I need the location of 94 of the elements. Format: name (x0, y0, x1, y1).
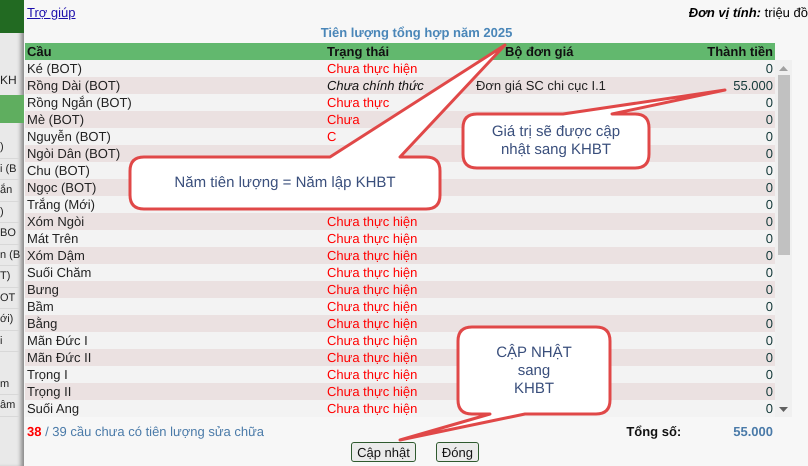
bridge-cell-text: Trọng II (26, 383, 72, 400)
list-item-text: ắn (0, 180, 19, 202)
amount-cell-text: 0 (764, 298, 774, 315)
amount-cell-text: 0 (764, 213, 774, 230)
status-cell-text: Chưa thực hiện (326, 332, 418, 349)
bridge-cell-text: Rồng Ngắn (BOT) (26, 94, 132, 111)
column-header: Cầu (26, 43, 52, 60)
amount-cell-text: 0 (764, 332, 774, 349)
bridge-cell-text: Xóm Dậm (26, 247, 85, 264)
bridge-cell-text: Xóm Ngòi (26, 213, 84, 230)
status-cell-text: Chưa thực hiện (326, 264, 418, 281)
status-cell-text: C (326, 128, 336, 145)
status-cell-text: Chưa thực hiện (326, 315, 418, 332)
bridge-cell-text: Ké (BOT) (26, 60, 82, 77)
list-item-text: T) (0, 266, 19, 288)
list-item-text: âm (0, 395, 19, 416)
status-cell-text: Chưa thực hiện (326, 230, 418, 247)
bridge-cell-text: Chu (BOT) (26, 162, 90, 179)
amount-cell-text: 0 (764, 383, 774, 400)
amount-cell-text: 0 (764, 400, 774, 417)
status-cell-text: Chưa thực hiện (326, 247, 418, 264)
price-set-cell-text: Đơn giá SC chi cục I.1 (475, 77, 606, 94)
list-item-text: BO (0, 223, 19, 244)
bridge-cell-text: Mè (BOT) (26, 111, 84, 128)
amount-cell-text: 0 (764, 196, 774, 213)
section-bar (0, 95, 24, 123)
callout-text: Năm tiên lượng = Năm lập KHBT (174, 174, 396, 192)
status-cell-text: Chưa thực hiện (326, 213, 418, 230)
amount-cell-text: 0 (764, 162, 774, 179)
callout-text: CẬP NHẬT sang KHBT (496, 344, 572, 398)
status-cell-text: Chưa thực hiện (326, 366, 418, 383)
amount-cell-text: 0 (764, 111, 774, 128)
list-item-text: ới) (0, 309, 19, 330)
bridge-cell-text: Trọng I (26, 366, 68, 383)
status-cell-text: Chưa thực hiện (326, 298, 418, 315)
bridge-cell-text: Trắng (Mới) (26, 196, 95, 213)
column-header: Trạng thái (326, 43, 390, 60)
bridge-cell-text: Bưng (26, 281, 59, 298)
scroll-thumb[interactable] (778, 75, 790, 255)
list-item-text: m (0, 374, 19, 395)
amount-cell-text: 0 (764, 247, 774, 264)
bridge-cell-text: Suối Chăm (26, 264, 92, 281)
bridge-cell-text: Suối Ang (26, 400, 80, 417)
status-cell-text: Chưa thực hiện (326, 400, 418, 417)
total-label: Tổng số: (626, 424, 682, 438)
status-cell-text: Chưa thực hiện (326, 383, 418, 400)
amount-cell-text: 0 (764, 128, 774, 145)
amount-cell-text: 0 (764, 94, 774, 111)
bridge-cell-text: Mát Trên (26, 230, 78, 247)
unit-label: Đơn vị tính: triệu đồ (688, 4, 808, 20)
summary-text: 38 / 39 cầu chưa có tiên lượng sửa chữa (26, 424, 264, 438)
list-item-text: i (B (0, 158, 19, 180)
window-text: KH (0, 72, 18, 89)
amount-cell-text: 0 (764, 366, 774, 383)
bridge-cell-text: Rồng Dài (BOT) (26, 77, 120, 94)
total-value: 55.000 (733, 424, 774, 438)
amount-cell-text: 0 (764, 179, 774, 196)
amount-cell-text: 0 (764, 145, 774, 162)
update-button[interactable]: Cập nhật (351, 442, 416, 462)
bridge-cell-text: Bằng (26, 315, 58, 332)
scroll-up-icon[interactable] (779, 66, 788, 71)
bridge-cell-text: Mãn Đức II (26, 349, 92, 366)
callout-text: Giá trị sẽ được cập nhật sang KHBT (492, 123, 620, 159)
status-cell-text: Chưa thực hiện (326, 281, 418, 298)
report-title: Tiên lượng tổng hợp năm 2025 (320, 24, 514, 42)
scroll-down-icon[interactable] (779, 407, 788, 412)
amount-cell-text: 0 (764, 60, 774, 77)
column-header: Thành tiền (706, 43, 774, 60)
list-item-text: OT (0, 288, 19, 309)
status-cell-text: Chưa thực (326, 94, 390, 111)
bridge-cell-text: Mãn Đức I (26, 332, 88, 349)
amount-cell-text: 0 (764, 281, 774, 298)
status-cell-text: Chưa thực hiện (326, 60, 418, 77)
status-cell-text: Chưa thực hiện (326, 349, 418, 366)
status-cell-text: Chưa (326, 111, 360, 128)
status-cell-text: Chưa chính thức (326, 77, 424, 94)
list-item-text: n (B (0, 244, 19, 266)
amount-cell-text: 0 (764, 349, 774, 366)
column-header: Bộ đơn giá (504, 43, 574, 60)
bridge-cell-text: Bầm (26, 298, 54, 315)
bridge-cell-text: Ngọc (BOT) (26, 179, 96, 196)
amount-cell-text: 55.000 (732, 77, 774, 94)
scrollbar-track[interactable] (775, 60, 792, 417)
bridge-cell-text: Ngòi Dân (BOT) (26, 145, 120, 162)
list-item-text: i (0, 330, 19, 352)
close-button[interactable]: Đóng (436, 442, 479, 462)
amount-cell-text: 0 (764, 315, 774, 332)
window-header (0, 0, 24, 33)
list-item-text: ) (0, 137, 19, 158)
help-link[interactable]: Trợ giúp (27, 4, 76, 20)
bridge-cell-text: Nguyễn (BOT) (26, 128, 111, 145)
amount-cell-text: 0 (764, 230, 774, 247)
amount-cell-text: 0 (764, 264, 774, 281)
list-item-text: ) (0, 202, 19, 223)
